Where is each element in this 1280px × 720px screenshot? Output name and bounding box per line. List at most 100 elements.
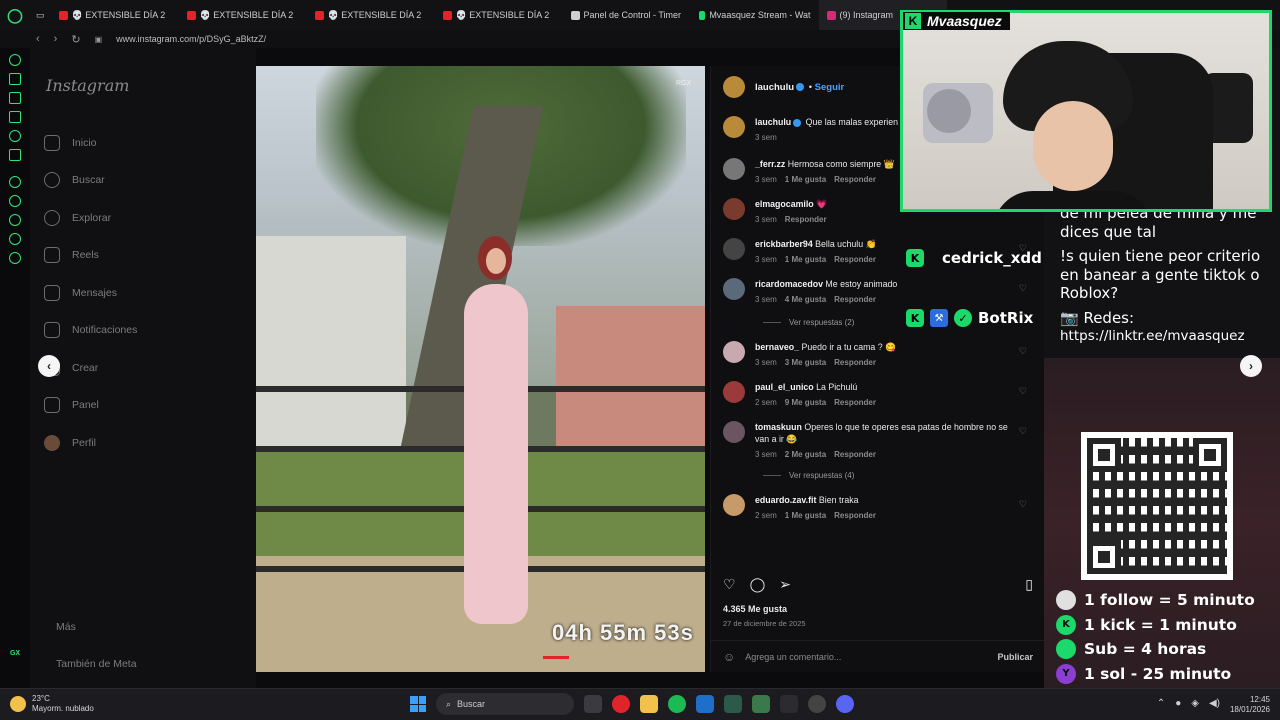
instagram-logo[interactable]: Instagram bbox=[46, 76, 129, 95]
view-replies-button[interactable]: Ver respuestas (4) bbox=[723, 471, 1033, 480]
follow-button[interactable]: Seguir bbox=[815, 82, 845, 93]
favorites-icon[interactable] bbox=[9, 195, 21, 207]
task-view-icon[interactable] bbox=[584, 695, 602, 713]
sidebar-item-reels[interactable]: Reels bbox=[44, 237, 137, 275]
url-text[interactable]: www.instagram.com/p/DSyG_aBktzZ/ bbox=[116, 34, 266, 44]
commenter-avatar[interactable] bbox=[723, 421, 745, 443]
browser-tab[interactable]: Panel de Control - Timer bbox=[563, 0, 691, 30]
author-avatar[interactable] bbox=[723, 116, 745, 138]
app-icon[interactable] bbox=[724, 695, 742, 713]
file-explorer-icon[interactable] bbox=[640, 695, 658, 713]
opera-gx-icon[interactable]: ◯ bbox=[0, 0, 30, 30]
comment-likes[interactable]: 3 Me gusta bbox=[785, 357, 826, 369]
tray-chevron-icon[interactable]: ⌃ bbox=[1157, 698, 1165, 709]
browser-tab[interactable]: Mvaasquez Stream - Wat bbox=[691, 0, 819, 30]
likes-count[interactable]: 4.365 Me gusta bbox=[723, 604, 787, 614]
spotify-icon[interactable] bbox=[668, 695, 686, 713]
bag-icon[interactable] bbox=[9, 73, 21, 85]
volume-icon[interactable]: ◀) bbox=[1209, 698, 1220, 709]
whatsapp-icon[interactable] bbox=[9, 130, 21, 142]
commenter-avatar[interactable] bbox=[723, 238, 745, 260]
history-icon[interactable] bbox=[9, 214, 21, 226]
start-icon[interactable] bbox=[410, 696, 426, 712]
post-photo[interactable]: RGX bbox=[256, 66, 705, 672]
comment-likes[interactable]: 9 Me gusta bbox=[785, 397, 826, 409]
browser-tab[interactable]: 💀 EXTENSIBLE DÍA 2 bbox=[307, 0, 435, 30]
bookmark-icon[interactable]: ▯ bbox=[1025, 576, 1033, 593]
browser-tab[interactable]: 💀 EXTENSIBLE DÍA 2 bbox=[435, 0, 563, 30]
comment-like-icon[interactable]: ♡ bbox=[1019, 425, 1027, 437]
player-icon[interactable] bbox=[9, 176, 21, 188]
twitch-icon[interactable] bbox=[9, 111, 21, 123]
reply-button[interactable]: Responder bbox=[834, 449, 876, 461]
opera-gx-taskbar-icon[interactable] bbox=[612, 695, 630, 713]
commenter-avatar[interactable] bbox=[723, 341, 745, 363]
share-icon[interactable]: ➢ bbox=[779, 576, 791, 593]
taskbar-search[interactable]: ⌕ Buscar bbox=[436, 693, 574, 715]
commenter-avatar[interactable] bbox=[723, 494, 745, 516]
extensions-icon[interactable] bbox=[9, 233, 21, 245]
settings-icon[interactable] bbox=[9, 252, 21, 264]
network-icon[interactable]: ◈ bbox=[1191, 698, 1199, 709]
sidebar-item-explorar[interactable]: Explorar bbox=[44, 199, 137, 237]
comment-like-icon[interactable]: ♡ bbox=[1019, 345, 1027, 357]
caption-user[interactable]: lauchulu bbox=[755, 117, 791, 127]
comment-likes[interactable]: 1 Me gusta bbox=[785, 254, 826, 266]
comment-like-icon[interactable]: ♡ bbox=[1019, 385, 1027, 397]
store-icon[interactable] bbox=[696, 695, 714, 713]
obs-icon[interactable] bbox=[808, 695, 826, 713]
reply-button[interactable]: Responder bbox=[834, 357, 876, 369]
reply-button[interactable]: Responder bbox=[834, 174, 876, 186]
publish-button[interactable]: Publicar bbox=[997, 652, 1033, 662]
x-icon[interactable] bbox=[9, 149, 21, 161]
comment-likes[interactable]: 1 Me gusta bbox=[785, 510, 826, 522]
commenter-name[interactable]: bernaveo_ bbox=[755, 342, 799, 352]
sidebar-item-panel[interactable]: Panel bbox=[44, 387, 137, 425]
sidebar-item-también-de-meta[interactable]: También de Meta bbox=[44, 645, 137, 682]
commenter-avatar[interactable] bbox=[723, 278, 745, 300]
app-icon-2[interactable] bbox=[752, 695, 770, 713]
discord-icon[interactable] bbox=[836, 695, 854, 713]
commenter-name[interactable]: ricardomacedov bbox=[755, 279, 823, 289]
comment-input[interactable]: Agrega un comentario... bbox=[745, 652, 841, 662]
author-avatar[interactable] bbox=[723, 76, 745, 98]
mic-icon[interactable]: ● bbox=[1175, 698, 1181, 709]
reply-button[interactable]: Responder bbox=[785, 214, 827, 226]
reload-icon[interactable]: ↻ bbox=[71, 33, 80, 46]
comment-likes[interactable]: 4 Me gusta bbox=[785, 294, 826, 306]
commenter-name[interactable]: paul_el_unico bbox=[755, 382, 814, 392]
reply-button[interactable]: Responder bbox=[834, 254, 876, 266]
reply-button[interactable]: Responder bbox=[834, 397, 876, 409]
like-icon[interactable]: ♡ bbox=[723, 576, 736, 593]
sidebar-item-notificaciones[interactable]: Notificaciones bbox=[44, 312, 137, 350]
commenter-name[interactable]: eduardo.zav.fit bbox=[755, 495, 816, 505]
commenter-avatar[interactable] bbox=[723, 198, 745, 220]
prev-post-button[interactable]: ‹ bbox=[38, 355, 60, 377]
comment-like-icon[interactable]: ♡ bbox=[1019, 282, 1027, 294]
commenter-name[interactable]: tomaskuun bbox=[755, 422, 802, 432]
comment-like-icon[interactable]: ♡ bbox=[1019, 498, 1027, 510]
weather-widget[interactable]: 23°C Mayorm. nublado bbox=[10, 694, 94, 714]
commenter-name[interactable]: _ferr.zz bbox=[755, 159, 785, 169]
browser-tab[interactable]: 💀 EXTENSIBLE DÍA 2 bbox=[179, 0, 307, 30]
commenter-name[interactable]: elmagocamilo bbox=[755, 199, 814, 209]
clock[interactable]: 12:45 18/01/2026 bbox=[1230, 695, 1270, 715]
sidebar-item-inicio[interactable]: Inicio bbox=[44, 124, 137, 162]
browser-tab[interactable]: 💀 EXTENSIBLE DÍA 2 bbox=[51, 0, 179, 30]
sidebar-item-mensajes[interactable]: Mensajes bbox=[44, 274, 137, 312]
tab-workspaces-icon[interactable]: ▭ bbox=[30, 0, 51, 30]
sidebar-item-perfil[interactable]: Perfil bbox=[44, 424, 137, 462]
terminal-icon[interactable] bbox=[780, 695, 798, 713]
forward-icon[interactable]: › bbox=[54, 33, 58, 45]
emoji-icon[interactable]: ☺ bbox=[723, 650, 735, 664]
reply-button[interactable]: Responder bbox=[834, 510, 876, 522]
commenter-avatar[interactable] bbox=[723, 158, 745, 180]
author-name[interactable]: lauchulu bbox=[755, 82, 794, 93]
reply-button[interactable]: Responder bbox=[834, 294, 876, 306]
back-icon[interactable]: ‹ bbox=[36, 33, 40, 45]
commenter-avatar[interactable] bbox=[723, 381, 745, 403]
controls-icon[interactable] bbox=[9, 92, 21, 104]
sidebar-item-buscar[interactable]: Buscar bbox=[44, 162, 137, 200]
next-post-button[interactable]: › bbox=[1240, 355, 1262, 377]
sidebar-item-más[interactable]: Más bbox=[44, 608, 137, 645]
